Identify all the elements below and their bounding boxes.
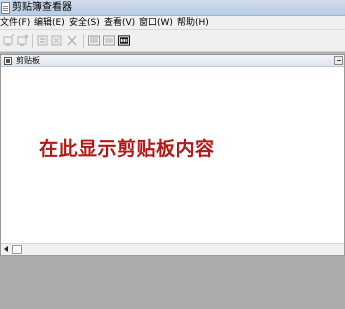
delete-icon[interactable] (66, 34, 78, 47)
clipboard-window: 剪贴板 在此显示剪贴板内容 (0, 54, 345, 256)
thumbnail-icon[interactable] (118, 34, 131, 47)
clipboard-window-title-bar[interactable]: 剪贴板 (1, 55, 344, 67)
menu-help[interactable]: 帮助(H) (177, 17, 209, 29)
menu-security[interactable]: 安全(S) (69, 17, 100, 29)
table-of-contents-icon[interactable] (88, 34, 100, 47)
unshare-icon[interactable] (51, 34, 63, 47)
clipboard-window-icon[interactable] (4, 57, 12, 65)
connect-icon[interactable] (3, 34, 15, 47)
clipboard-content-area: 在此显示剪贴板内容 (1, 68, 344, 243)
toolbar-separator (32, 34, 33, 48)
menu-view[interactable]: 查看(V) (104, 17, 135, 29)
menu-file[interactable]: 文件(F) (0, 17, 30, 29)
scrollbar-thumb[interactable] (12, 245, 22, 254)
clipboard-placeholder-text: 在此显示剪贴板内容 (39, 138, 215, 160)
window-title: 剪贴簿查看器 (12, 2, 72, 13)
page-icon[interactable] (103, 34, 115, 47)
toolbar (0, 30, 345, 52)
clipboard-window-title: 剪贴板 (16, 56, 40, 65)
scroll-left-icon[interactable] (2, 245, 11, 254)
mdi-client-background (0, 256, 345, 309)
menu-bar: 文件(F) 编辑(E) 安全(S) 查看(V) 窗口(W) 帮助(H) (0, 16, 345, 30)
disconnect-icon[interactable] (17, 34, 29, 47)
clipbook-app-icon (1, 2, 10, 14)
toolbar-separator (83, 34, 84, 48)
share-icon[interactable] (37, 34, 49, 47)
minimize-icon[interactable] (334, 56, 343, 65)
horizontal-scrollbar[interactable] (1, 243, 344, 255)
menu-edit[interactable]: 编辑(E) (34, 17, 65, 29)
menu-window[interactable]: 窗口(W) (139, 17, 173, 29)
title-bar: 剪贴簿查看器 (0, 0, 345, 16)
